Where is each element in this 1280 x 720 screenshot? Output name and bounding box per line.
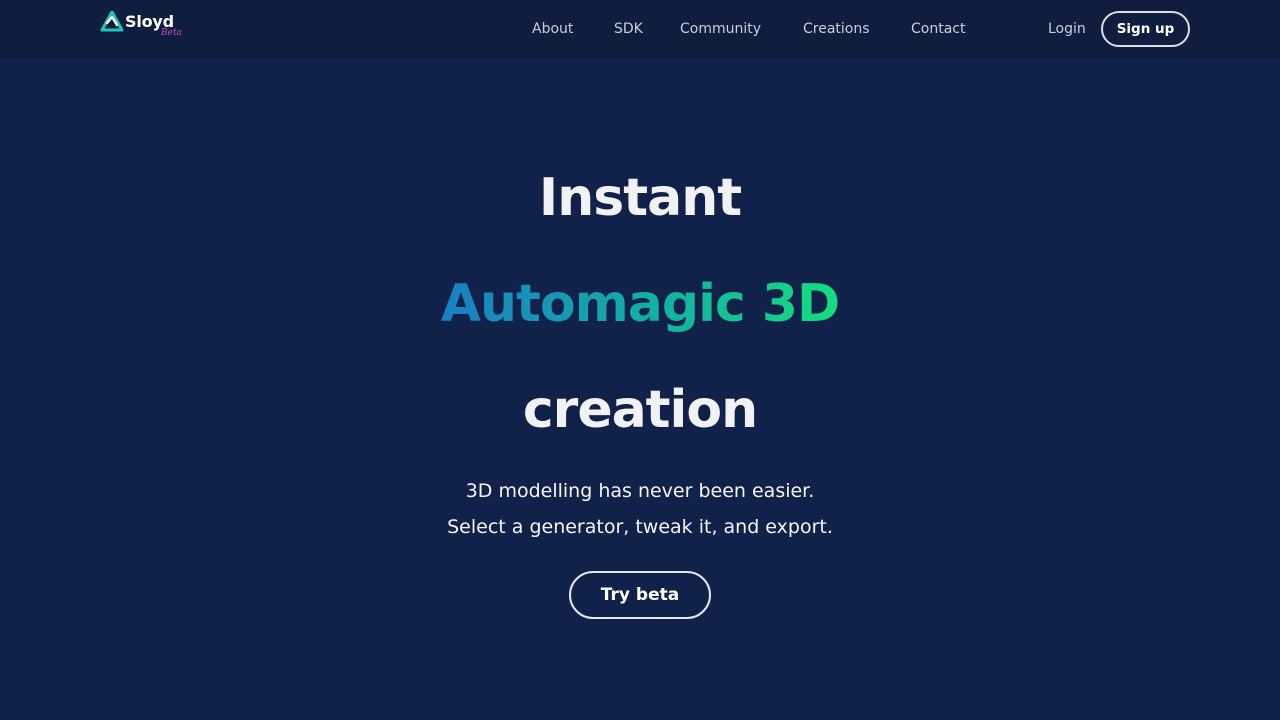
nav-link-contact[interactable]: Contact	[911, 19, 965, 39]
beta-tag: Beta	[161, 28, 182, 38]
nav-link-sdk[interactable]: SDK	[614, 19, 643, 39]
hero-word-automagic: Automagic	[440, 274, 745, 334]
try-beta-button[interactable]: Try beta	[569, 571, 711, 619]
nav-link-community[interactable]: Community	[680, 19, 761, 39]
hero-subtitle-line-1: 3D modelling has never been easier.	[465, 480, 815, 502]
hero-title-line-3: creation	[522, 380, 758, 440]
sloyd-logo-link[interactable]: Sloyd Beta	[100, 10, 200, 42]
login-link[interactable]: Login	[1048, 19, 1086, 39]
hero-gradient-text: Automagic 3D	[441, 274, 839, 334]
signup-button[interactable]: Sign up	[1101, 11, 1190, 47]
nav-link-creations[interactable]: Creations	[803, 19, 870, 39]
hero-title-line-2: Automagic 3D	[0, 274, 1280, 334]
hero-subtitle-line-2: Select a generator, tweak it, and export…	[447, 516, 833, 538]
nav-link-about[interactable]: About	[532, 19, 573, 39]
top-navbar: Sloyd Beta About SDK Community Creations…	[0, 0, 1280, 58]
hero-word-3d: 3D	[761, 274, 840, 334]
hero-title-line-1: Instant	[538, 168, 742, 228]
sloyd-knot-icon	[100, 11, 124, 32]
